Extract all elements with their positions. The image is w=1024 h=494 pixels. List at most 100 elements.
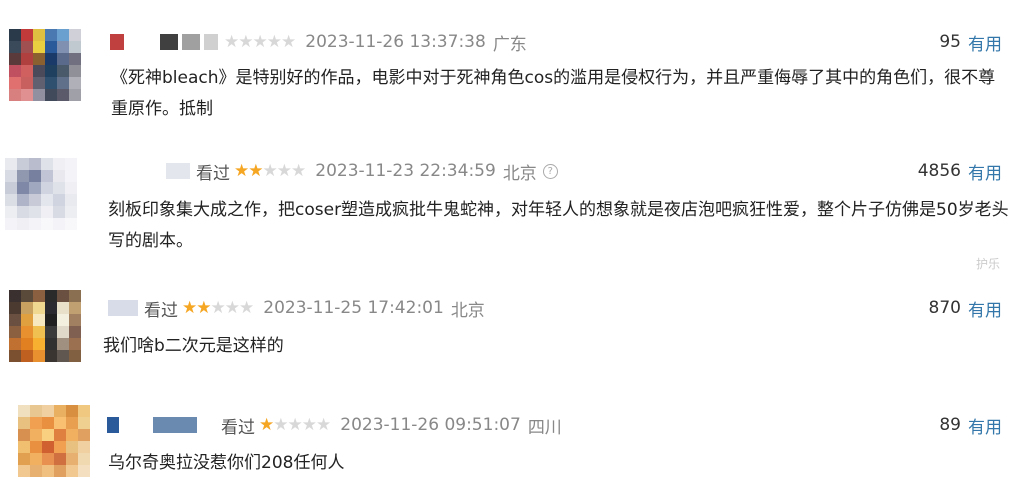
partial-text: 护乐 — [976, 257, 1001, 271]
avatar-pixel — [21, 350, 33, 362]
useful-button[interactable]: 有用 — [968, 30, 1002, 55]
comment-text: 我们啥b二次元是这样的 — [103, 336, 284, 356]
avatar-pixel — [57, 350, 69, 362]
avatar-pixel — [9, 302, 21, 314]
avatar-pixel — [29, 158, 41, 170]
avatar-pixel — [54, 465, 66, 477]
avatar-pixel — [33, 338, 45, 350]
avatar-pixel — [18, 429, 30, 441]
star-icon: ★ — [301, 415, 317, 435]
star-icon: ★ — [224, 32, 239, 52]
avatar-pixel — [69, 326, 81, 338]
avatar-pixel — [57, 65, 69, 77]
rating-stars: ★★★★★ — [182, 298, 254, 318]
avatar-pixel — [45, 290, 57, 302]
avatar-pixel — [17, 218, 29, 230]
avatar-pixel — [17, 182, 29, 194]
avatar-pixel — [78, 429, 90, 441]
avatar-pixel — [33, 29, 45, 41]
avatar-pixel — [41, 194, 53, 206]
avatar-pixel — [42, 441, 54, 453]
avatar-pixel — [69, 338, 81, 350]
avatar-pixel — [66, 429, 78, 441]
avatar-pixel — [33, 302, 45, 314]
avatar-pixel — [5, 170, 17, 182]
avatar[interactable] — [9, 290, 81, 362]
avatar[interactable] — [5, 158, 77, 230]
avatar-pixel — [42, 405, 54, 417]
avatar-pixel — [69, 89, 81, 101]
comment-location: 广东 — [492, 34, 527, 55]
useful-button[interactable]: 有用 — [968, 413, 1002, 438]
viewed-label: 看过 — [221, 417, 255, 438]
avatar-pixel — [17, 206, 29, 218]
avatar-pixel — [54, 405, 66, 417]
avatar-pixel — [5, 182, 17, 194]
avatar-pixel — [65, 170, 77, 182]
avatar-pixel — [33, 53, 45, 65]
avatar-pixel — [21, 29, 33, 41]
avatar-pixel — [45, 77, 57, 89]
avatar-pixel — [30, 441, 42, 453]
avatar-pixel — [41, 182, 53, 194]
avatar-pixel — [9, 41, 21, 53]
avatar[interactable] — [9, 29, 81, 101]
username[interactable] — [108, 300, 138, 316]
rating-stars: ★★★★★ — [259, 415, 331, 435]
avatar-pixel — [9, 53, 21, 65]
avatar-pixel — [54, 417, 66, 429]
star-icon: ★ — [239, 298, 254, 318]
avatar-pixel — [57, 53, 69, 65]
useful-button[interactable]: 有用 — [968, 296, 1002, 321]
avatar-pixel — [18, 405, 30, 417]
avatar-pixel — [9, 314, 21, 326]
avatar-pixel — [66, 453, 78, 465]
avatar-pixel — [30, 453, 42, 465]
avatar-pixel — [18, 417, 30, 429]
username[interactable] — [166, 163, 190, 179]
avatar-pixel — [78, 417, 90, 429]
avatar-pixel — [30, 429, 42, 441]
avatar-pixel — [45, 338, 57, 350]
avatar-pixel — [69, 350, 81, 362]
star-icon: ★ — [196, 298, 211, 318]
vote-count: 89 — [939, 415, 961, 435]
info-icon[interactable]: ? — [542, 163, 558, 179]
comment-text: 乌尔奇奥拉没惹你们208任何人 — [108, 453, 345, 473]
avatar-pixel — [41, 206, 53, 218]
avatar-pixel — [65, 182, 77, 194]
avatar[interactable] — [18, 405, 90, 477]
comment-time: 2023-11-26 13:37:38 — [305, 32, 486, 52]
avatar-pixel — [17, 194, 29, 206]
username[interactable] — [107, 417, 197, 433]
avatar-pixel — [53, 206, 65, 218]
avatar-pixel — [18, 465, 30, 477]
star-icon: ★ — [252, 32, 268, 52]
avatar-pixel — [45, 326, 57, 338]
star-icon: ★ — [259, 415, 274, 435]
avatar-pixel — [29, 182, 41, 194]
avatar-pixel — [21, 326, 33, 338]
avatar-pixel — [21, 290, 33, 302]
avatar-pixel — [21, 41, 33, 53]
avatar-pixel — [69, 29, 81, 41]
avatar-pixel — [42, 453, 54, 465]
avatar-pixel — [57, 314, 69, 326]
avatar-pixel — [69, 65, 81, 77]
vote-area: 89 有用 — [939, 413, 1002, 438]
star-icon: ★ — [210, 298, 226, 318]
avatar-pixel — [5, 158, 17, 170]
avatar-pixel — [33, 290, 45, 302]
star-icon: ★ — [287, 415, 303, 435]
vote-count: 870 — [928, 298, 961, 318]
avatar-pixel — [33, 77, 45, 89]
username[interactable] — [110, 34, 218, 50]
avatar-pixel — [57, 290, 69, 302]
avatar-pixel — [17, 170, 29, 182]
avatar-pixel — [30, 405, 42, 417]
viewed-label: 看过 — [144, 300, 178, 321]
useful-button[interactable]: 有用 — [968, 159, 1002, 184]
avatar-pixel — [18, 453, 30, 465]
avatar-pixel — [69, 41, 81, 53]
avatar-pixel — [54, 453, 66, 465]
